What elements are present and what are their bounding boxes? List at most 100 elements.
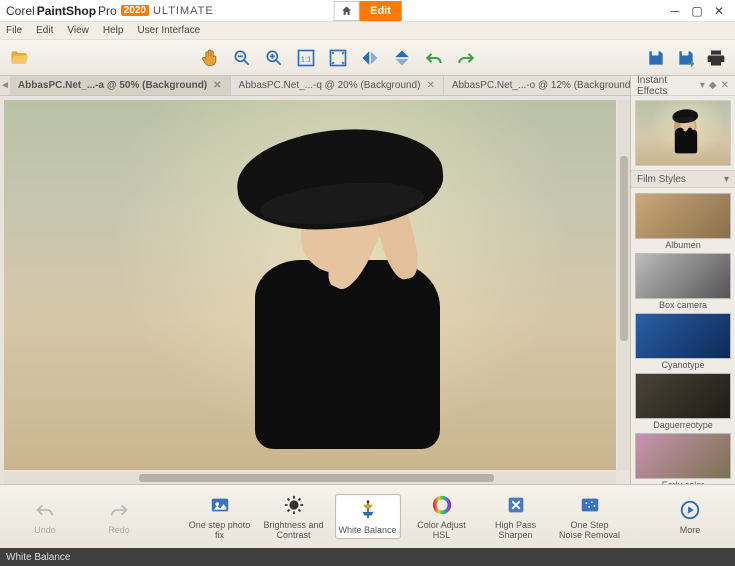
effect-item-box-camera[interactable]: Box camera: [635, 253, 731, 310]
white-balance-tool[interactable]: White Balance: [335, 494, 401, 539]
workarea: ◄ AbbasPC.Net_...-a @ 50% (Background)✕ …: [0, 76, 630, 484]
noise-removal-tool[interactable]: One Step Noise Removal: [557, 490, 623, 543]
document-tab[interactable]: AbbasPC.Net_...-a @ 50% (Background)✕: [10, 76, 231, 95]
color-adjust-hsl-tool[interactable]: Color Adjust HSL: [409, 490, 475, 543]
effect-item-cyanotype[interactable]: Cyanotype: [635, 313, 731, 370]
flip-horizontal-button[interactable]: [357, 45, 383, 71]
save-button[interactable]: [643, 45, 669, 71]
redo-button[interactable]: [453, 45, 479, 71]
flip-vertical-button[interactable]: [389, 45, 415, 71]
horizontal-scrollbar[interactable]: [4, 472, 616, 484]
effect-item-daguerreotype[interactable]: Daguerreotype: [635, 373, 731, 430]
more-tools-button[interactable]: More: [657, 495, 723, 538]
close-tab-icon[interactable]: ✕: [426, 80, 434, 91]
canvas[interactable]: [4, 100, 616, 470]
noise-icon: [579, 494, 601, 516]
app-title: Corel PaintShop Pro 2020 ULTIMATE: [6, 4, 214, 18]
panel-pin-icon[interactable]: ◆: [709, 80, 717, 91]
brand-paintshop: PaintShop: [37, 4, 96, 18]
print-button[interactable]: [703, 45, 729, 71]
home-icon: [340, 5, 352, 17]
zoom-in-button[interactable]: [261, 45, 287, 71]
menubar: File Edit View Help User Interface: [0, 22, 735, 40]
undo-tool[interactable]: Undo: [12, 495, 78, 538]
instant-effects-panel: Instant Effects ▾ ◆ ✕ Film Styles ▾ Albu…: [630, 76, 735, 484]
brightness-icon: [283, 494, 305, 516]
effect-category-dropdown[interactable]: Film Styles ▾: [631, 170, 735, 188]
tab-label: AbbasPC.Net_...-q @ 20% (Background): [239, 80, 421, 91]
statusbar: White Balance: [0, 548, 735, 566]
tool-label: One step photo fix: [189, 520, 251, 540]
tab-label: AbbasPC.Net_...-o @ 12% (Background): [452, 80, 634, 91]
brightness-contrast-tool[interactable]: Brightness and Contrast: [261, 490, 327, 543]
close-button[interactable]: ✕: [713, 5, 725, 17]
svg-text:1:1: 1:1: [300, 54, 310, 63]
adjust-toolbar: Undo Redo One step photo fix Brightness …: [0, 484, 735, 548]
close-tab-icon[interactable]: ✕: [213, 80, 221, 91]
zoom-in-icon: [264, 48, 284, 68]
maximize-button[interactable]: ▢: [691, 5, 703, 17]
category-label: Film Styles: [637, 174, 686, 185]
panel-menu-icon[interactable]: ▾: [700, 80, 705, 91]
actual-size-button[interactable]: 1:1: [293, 45, 319, 71]
photo-fix-icon: [209, 494, 231, 516]
document-tab[interactable]: AbbasPC.Net_...-o @ 12% (Background)✕: [444, 76, 657, 95]
save-as-button[interactable]: [673, 45, 699, 71]
tool-label: More: [680, 525, 701, 535]
undo-icon: [34, 499, 56, 521]
open-file-button[interactable]: [6, 45, 32, 71]
undo-icon: [424, 48, 444, 68]
redo-icon: [456, 48, 476, 68]
chevron-down-icon: ▾: [724, 174, 729, 185]
tool-label: One Step Noise Removal: [559, 520, 621, 540]
canvas-viewport: [0, 96, 630, 484]
effect-label: Box camera: [635, 299, 731, 310]
sharpen-icon: [505, 494, 527, 516]
high-pass-sharpen-tool[interactable]: High Pass Sharpen: [483, 490, 549, 543]
pan-tool-button[interactable]: [197, 45, 223, 71]
menu-help[interactable]: Help: [103, 25, 124, 36]
workspace-home-button[interactable]: [333, 1, 359, 21]
effect-item-early-color[interactable]: Early color: [635, 433, 731, 484]
panel-close-icon[interactable]: ✕: [721, 80, 729, 91]
fit-window-button[interactable]: [325, 45, 351, 71]
titlebar: Corel PaintShop Pro 2020 ULTIMATE Edit ─…: [0, 0, 735, 22]
folder-open-icon: [9, 48, 29, 68]
save-as-icon: [676, 48, 696, 68]
tool-label: High Pass Sharpen: [485, 520, 547, 540]
effect-label: Daguerreotype: [635, 419, 731, 430]
tool-label: Redo: [108, 525, 130, 535]
status-text: White Balance: [6, 552, 70, 563]
workspace-edit-button[interactable]: Edit: [359, 1, 402, 21]
menu-file[interactable]: File: [6, 25, 22, 36]
scrollbar-thumb[interactable]: [139, 474, 494, 482]
effect-thumb: [635, 193, 731, 239]
document-tab[interactable]: AbbasPC.Net_...-q @ 20% (Background) ✕: [231, 76, 444, 95]
undo-button[interactable]: [421, 45, 447, 71]
menu-user-interface[interactable]: User Interface: [137, 25, 200, 36]
effect-thumb: [635, 433, 731, 479]
more-icon: [679, 499, 701, 521]
effect-thumb: [635, 253, 731, 299]
redo-icon: [108, 499, 130, 521]
zoom-out-button[interactable]: [229, 45, 255, 71]
effects-list: Albumen Box camera Cyanotype Daguerreoty…: [631, 188, 735, 484]
effect-thumb: [635, 313, 731, 359]
vertical-scrollbar[interactable]: [618, 100, 630, 470]
fit-window-icon: [328, 48, 348, 68]
tool-label: Brightness and Contrast: [263, 520, 325, 540]
tabs-scroll-left[interactable]: ◄: [0, 76, 10, 95]
white-balance-icon: [357, 499, 379, 521]
menu-view[interactable]: View: [67, 25, 89, 36]
effect-item-albumen[interactable]: Albumen: [635, 193, 731, 250]
effect-preview: [635, 100, 731, 166]
minimize-button[interactable]: ─: [669, 5, 681, 17]
menu-edit[interactable]: Edit: [36, 25, 53, 36]
workspace-tabs: Edit: [333, 1, 402, 21]
one-step-photo-fix-tool[interactable]: One step photo fix: [187, 490, 253, 543]
scrollbar-thumb[interactable]: [620, 156, 628, 341]
flip-vertical-icon: [392, 48, 412, 68]
brand-edition: ULTIMATE: [153, 5, 214, 17]
redo-tool[interactable]: Redo: [86, 495, 152, 538]
save-icon: [646, 48, 666, 68]
